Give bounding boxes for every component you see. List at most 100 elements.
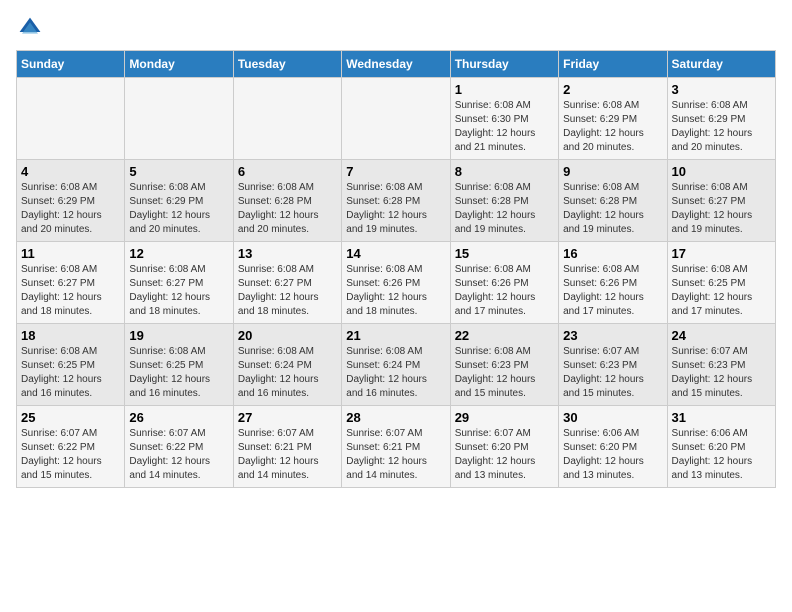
day-info: Sunrise: 6:08 AM Sunset: 6:25 PM Dayligh… <box>129 345 228 401</box>
day-info: Sunrise: 6:08 AM Sunset: 6:27 PM Dayligh… <box>21 263 120 319</box>
day-number: 31 <box>672 410 771 425</box>
calendar-cell: 11 Sunrise: 6:08 AM Sunset: 6:27 PM Dayli… <box>17 242 125 324</box>
weekday-header: Saturday <box>667 51 775 78</box>
day-info: Sunrise: 6:07 AM Sunset: 6:22 PM Dayligh… <box>129 427 228 483</box>
calendar-cell: 3Sunrise: 6:08 AM Sunset: 6:29 PM Daylig… <box>667 78 775 160</box>
calendar-cell: 6 Sunrise: 6:08 AM Sunset: 6:28 PM Daylig… <box>233 160 341 242</box>
logo-icon <box>18 16 42 40</box>
day-number: 26 <box>129 410 228 425</box>
calendar-table: SundayMondayTuesdayWednesdayThursdayFrid… <box>16 50 776 488</box>
day-info: Sunrise: 6:08 AM Sunset: 6:28 PM Dayligh… <box>238 181 337 237</box>
calendar-cell: 22Sunrise: 6:08 AM Sunset: 6:23 PM Dayli… <box>450 324 558 406</box>
calendar-cell: 30 Sunrise: 6:06 AM Sunset: 6:20 PM Dayli… <box>559 406 667 488</box>
weekday-header: Tuesday <box>233 51 341 78</box>
calendar-cell: 20 Sunrise: 6:08 AM Sunset: 6:24 PM Dayli… <box>233 324 341 406</box>
day-info: Sunrise: 6:08 AM Sunset: 6:30 PM Dayligh… <box>455 99 554 155</box>
day-info: Sunrise: 6:08 AM Sunset: 6:28 PM Dayligh… <box>346 181 445 237</box>
calendar-cell: 8Sunrise: 6:08 AM Sunset: 6:28 PM Daylig… <box>450 160 558 242</box>
calendar-cell: 27 Sunrise: 6:07 AM Sunset: 6:21 PM Dayli… <box>233 406 341 488</box>
day-number: 28 <box>346 410 445 425</box>
day-info: Sunrise: 6:07 AM Sunset: 6:23 PM Dayligh… <box>672 345 771 401</box>
day-info: Sunrise: 6:08 AM Sunset: 6:27 PM Dayligh… <box>129 263 228 319</box>
calendar-week-row: 18 Sunrise: 6:08 AM Sunset: 6:25 PM Dayli… <box>17 324 776 406</box>
calendar-cell: 18 Sunrise: 6:08 AM Sunset: 6:25 PM Dayli… <box>17 324 125 406</box>
day-number: 8 <box>455 164 554 179</box>
calendar-cell: 21 Sunrise: 6:08 AM Sunset: 6:24 PM Dayli… <box>342 324 450 406</box>
calendar-cell: 17 Sunrise: 6:08 AM Sunset: 6:25 PM Dayli… <box>667 242 775 324</box>
day-info: Sunrise: 6:08 AM Sunset: 6:23 PM Dayligh… <box>455 345 554 401</box>
day-number: 7 <box>346 164 445 179</box>
day-info: Sunrise: 6:08 AM Sunset: 6:24 PM Dayligh… <box>238 345 337 401</box>
calendar-cell: 25 Sunrise: 6:07 AM Sunset: 6:22 PM Dayli… <box>17 406 125 488</box>
weekday-header: Thursday <box>450 51 558 78</box>
calendar-cell: 2Sunrise: 6:08 AM Sunset: 6:29 PM Daylig… <box>559 78 667 160</box>
day-number: 23 <box>563 328 662 343</box>
day-number: 30 <box>563 410 662 425</box>
day-info: Sunrise: 6:08 AM Sunset: 6:29 PM Dayligh… <box>563 99 662 155</box>
day-number: 17 <box>672 246 771 261</box>
calendar-cell: 24 Sunrise: 6:07 AM Sunset: 6:23 PM Dayli… <box>667 324 775 406</box>
day-number: 20 <box>238 328 337 343</box>
calendar-cell: 14 Sunrise: 6:08 AM Sunset: 6:26 PM Dayli… <box>342 242 450 324</box>
day-info: Sunrise: 6:08 AM Sunset: 6:25 PM Dayligh… <box>672 263 771 319</box>
day-info: Sunrise: 6:08 AM Sunset: 6:24 PM Dayligh… <box>346 345 445 401</box>
weekday-row: SundayMondayTuesdayWednesdayThursdayFrid… <box>17 51 776 78</box>
calendar-week-row: 11 Sunrise: 6:08 AM Sunset: 6:27 PM Dayli… <box>17 242 776 324</box>
calendar-cell <box>125 78 233 160</box>
day-info: Sunrise: 6:08 AM Sunset: 6:27 PM Dayligh… <box>238 263 337 319</box>
calendar-cell: 12 Sunrise: 6:08 AM Sunset: 6:27 PM Dayli… <box>125 242 233 324</box>
day-number: 10 <box>672 164 771 179</box>
calendar-week-row: 1 Sunrise: 6:08 AM Sunset: 6:30 PM Daylig… <box>17 78 776 160</box>
day-number: 12 <box>129 246 228 261</box>
day-info: Sunrise: 6:08 AM Sunset: 6:26 PM Dayligh… <box>563 263 662 319</box>
calendar-cell: 1 Sunrise: 6:08 AM Sunset: 6:30 PM Daylig… <box>450 78 558 160</box>
calendar-cell: 23 Sunrise: 6:07 AM Sunset: 6:23 PM Dayli… <box>559 324 667 406</box>
calendar-cell: 28 Sunrise: 6:07 AM Sunset: 6:21 PM Dayli… <box>342 406 450 488</box>
calendar-cell: 5Sunrise: 6:08 AM Sunset: 6:29 PM Daylig… <box>125 160 233 242</box>
day-info: Sunrise: 6:08 AM Sunset: 6:29 PM Dayligh… <box>129 181 228 237</box>
day-number: 18 <box>21 328 120 343</box>
day-number: 29 <box>455 410 554 425</box>
calendar-week-row: 4Sunrise: 6:08 AM Sunset: 6:29 PM Daylig… <box>17 160 776 242</box>
day-number: 24 <box>672 328 771 343</box>
calendar-header: SundayMondayTuesdayWednesdayThursdayFrid… <box>17 51 776 78</box>
day-number: 15 <box>455 246 554 261</box>
calendar-cell: 15 Sunrise: 6:08 AM Sunset: 6:26 PM Dayli… <box>450 242 558 324</box>
day-info: Sunrise: 6:08 AM Sunset: 6:26 PM Dayligh… <box>346 263 445 319</box>
day-info: Sunrise: 6:07 AM Sunset: 6:20 PM Dayligh… <box>455 427 554 483</box>
page-header <box>16 16 776 40</box>
day-number: 16 <box>563 246 662 261</box>
day-info: Sunrise: 6:07 AM Sunset: 6:21 PM Dayligh… <box>238 427 337 483</box>
day-number: 13 <box>238 246 337 261</box>
calendar-cell: 26 Sunrise: 6:07 AM Sunset: 6:22 PM Dayli… <box>125 406 233 488</box>
day-number: 11 <box>21 246 120 261</box>
day-info: Sunrise: 6:07 AM Sunset: 6:22 PM Dayligh… <box>21 427 120 483</box>
day-info: Sunrise: 6:08 AM Sunset: 6:29 PM Dayligh… <box>21 181 120 237</box>
day-number: 27 <box>238 410 337 425</box>
day-info: Sunrise: 6:07 AM Sunset: 6:23 PM Dayligh… <box>563 345 662 401</box>
calendar-week-row: 25 Sunrise: 6:07 AM Sunset: 6:22 PM Dayli… <box>17 406 776 488</box>
weekday-header: Friday <box>559 51 667 78</box>
calendar-cell <box>17 78 125 160</box>
day-info: Sunrise: 6:07 AM Sunset: 6:21 PM Dayligh… <box>346 427 445 483</box>
day-number: 9 <box>563 164 662 179</box>
day-info: Sunrise: 6:08 AM Sunset: 6:25 PM Dayligh… <box>21 345 120 401</box>
calendar-cell: 10 Sunrise: 6:08 AM Sunset: 6:27 PM Dayli… <box>667 160 775 242</box>
day-number: 25 <box>21 410 120 425</box>
day-info: Sunrise: 6:08 AM Sunset: 6:26 PM Dayligh… <box>455 263 554 319</box>
day-info: Sunrise: 6:06 AM Sunset: 6:20 PM Dayligh… <box>672 427 771 483</box>
calendar-cell <box>233 78 341 160</box>
weekday-header: Wednesday <box>342 51 450 78</box>
calendar-cell: 7 Sunrise: 6:08 AM Sunset: 6:28 PM Daylig… <box>342 160 450 242</box>
logo <box>16 16 42 40</box>
day-number: 1 <box>455 82 554 97</box>
calendar-cell: 13 Sunrise: 6:08 AM Sunset: 6:27 PM Dayli… <box>233 242 341 324</box>
day-number: 6 <box>238 164 337 179</box>
weekday-header: Sunday <box>17 51 125 78</box>
day-info: Sunrise: 6:08 AM Sunset: 6:27 PM Dayligh… <box>672 181 771 237</box>
day-number: 14 <box>346 246 445 261</box>
day-info: Sunrise: 6:06 AM Sunset: 6:20 PM Dayligh… <box>563 427 662 483</box>
calendar-cell: 16 Sunrise: 6:08 AM Sunset: 6:26 PM Dayli… <box>559 242 667 324</box>
day-number: 21 <box>346 328 445 343</box>
day-info: Sunrise: 6:08 AM Sunset: 6:28 PM Dayligh… <box>563 181 662 237</box>
